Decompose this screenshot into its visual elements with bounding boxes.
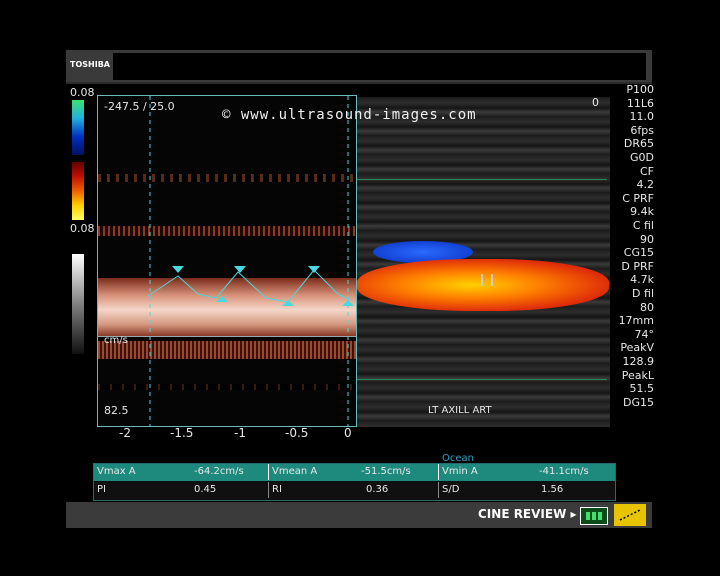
velocity-bottom-value: 82.5	[104, 404, 129, 417]
cine-review-text: CINE REVIEW	[478, 507, 567, 521]
peak-marker	[234, 266, 246, 273]
sd-label: S/D	[438, 482, 459, 498]
ri-value: 0.36	[366, 484, 389, 495]
color-scale-red	[72, 162, 84, 220]
play-arrow-icon: ▸	[570, 507, 577, 521]
time-tick: -1.5	[170, 426, 194, 440]
vmean-label: Vmean A	[268, 464, 317, 480]
parameter-item: P100	[626, 83, 654, 96]
parameter-item: DR65	[623, 137, 654, 151]
parameter-item: 11.0	[629, 110, 655, 124]
envelope-trace	[147, 96, 354, 426]
parameter-item: CG15	[623, 246, 654, 260]
grayscale-bar	[72, 254, 84, 354]
parameter-item: 90	[640, 232, 654, 246]
depth-zero-label: 0	[592, 96, 599, 109]
sd-value: 1.56	[541, 484, 564, 495]
cine-buffer-button[interactable]	[580, 507, 608, 525]
parameter-item: PeakV	[620, 341, 654, 355]
vmin-label: Vmin A	[438, 464, 478, 480]
ri-label: RI	[268, 482, 282, 498]
velocity-unit: cm/s	[104, 335, 128, 346]
parameter-item: 80	[640, 300, 654, 314]
color-scale-bottom-value: 0.08	[70, 222, 95, 235]
parameter-item: 9.4k	[630, 205, 654, 219]
cine-slider-icon	[619, 509, 641, 521]
vmean-value: -51.5cm/s	[361, 466, 411, 477]
peak-marker	[308, 266, 320, 273]
vmax-label: Vmax A	[97, 466, 136, 477]
vmin-value: -41.1cm/s	[539, 466, 589, 477]
vessel-annotation: LT AXILL ART	[428, 405, 492, 416]
pi-value: 0.45	[194, 484, 217, 495]
watermark: © www.ultrasound-images.com	[222, 107, 477, 123]
parameter-item: G0D	[630, 151, 654, 164]
velocity-range-label: -247.5 / 25.0	[104, 100, 175, 113]
cine-scroll-button[interactable]	[614, 504, 646, 526]
time-tick: -2	[119, 426, 131, 440]
parameter-item: C fil	[632, 219, 654, 232]
bmode-image	[355, 97, 610, 427]
parameter-item: 4.7k	[630, 273, 654, 287]
parameter-item: 17mm	[618, 314, 654, 328]
parameter-item: 74°	[634, 327, 655, 341]
parameter-panel: P100 11L6 11.0 6fps DR65 G0D CF 4.2 C PRF 9.4k C f…	[610, 84, 654, 424]
parameter-item: 11L6	[626, 96, 654, 110]
parameter-item: 4.2	[636, 178, 655, 192]
cine-review-label: CINE REVIEW ▸	[478, 507, 577, 521]
parameter-item: DG15	[623, 395, 654, 409]
vmax-value: -64.2cm/s	[194, 466, 244, 477]
measurement-row-indices: PI 0.45 RI 0.36 S/D 1.56	[94, 482, 615, 499]
sample-line-bottom	[355, 379, 607, 380]
sample-line-top	[355, 179, 607, 180]
doppler-spectrum: -247.5 / 25.0 cm/s 82.5	[97, 95, 357, 427]
pi-label: PI	[97, 484, 106, 495]
parameter-item: 51.5	[629, 382, 655, 396]
parameter-item: CF	[639, 164, 654, 178]
parameter-item: C PRF	[622, 191, 654, 205]
color-scale-blue	[72, 100, 84, 155]
sample-volume-gate	[481, 274, 493, 286]
parameter-item: D PRF	[621, 259, 654, 273]
peak-marker	[172, 266, 184, 273]
parameter-item: D fil	[632, 287, 654, 300]
brand-logo: TOSHIBA	[70, 60, 110, 69]
measurement-row-velocity: Vmax A -64.2cm/s Vmean A -51.5cm/s Vmin …	[94, 464, 615, 481]
measurement-table: Vmax A -64.2cm/s Vmean A -51.5cm/s Vmin …	[93, 463, 616, 501]
parameter-item: 128.9	[622, 355, 655, 368]
cine-buffer-icon	[586, 512, 602, 520]
parameter-item: PeakL	[621, 368, 654, 382]
trough-marker	[216, 296, 228, 302]
patient-info-redaction	[113, 53, 646, 80]
time-tick: 0	[344, 426, 352, 440]
time-tick: -1	[234, 426, 246, 440]
parameter-item: 6fps	[630, 123, 654, 137]
time-tick: -0.5	[285, 426, 309, 440]
color-scale-top-value: 0.08	[70, 86, 95, 99]
